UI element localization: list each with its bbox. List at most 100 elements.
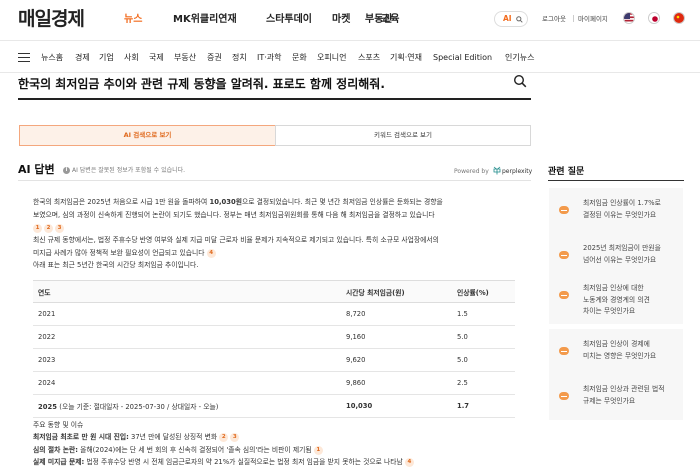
cell-year: 2021 [33, 302, 341, 326]
answer-paragraph-3: 아래 표는 최근 5년간 한국의 시간당 최저임금 추이입니다. [33, 261, 199, 269]
chat-bubble-icon [559, 347, 569, 355]
japan-flag-icon[interactable] [648, 12, 660, 24]
cell-year: 2022 [33, 325, 341, 349]
divider [548, 180, 684, 181]
menu-item-society[interactable]: 사회 [124, 52, 139, 63]
citation-badge[interactable]: 2 [44, 223, 53, 233]
cell-year: 2024 [33, 371, 341, 395]
menu-item-business[interactable]: 기업 [99, 52, 114, 63]
site-logo[interactable]: 매일경제 [18, 7, 85, 31]
cell-rate: 2.5 [452, 371, 515, 395]
powered-by-label: Powered by [454, 168, 489, 175]
chat-bubble-icon [559, 392, 569, 400]
table-row: 2022 9,160 5.0 [33, 325, 515, 349]
menu-item-special-edition[interactable]: Special Edition [433, 52, 492, 63]
related-question-text: 최저임금 인상이 경제에 미치는 영향은 무엇인가요 [583, 340, 657, 360]
mypage-link[interactable]: 마이페이지 [578, 13, 608, 25]
menu-item-opinion[interactable]: 오피니언 [317, 52, 346, 63]
gnb-education[interactable]: 교육 [381, 13, 399, 26]
menu-bar: 뉴스홈 경제 기업 사회 국제 부동산 증권 정치 IT·과학 문화 오피니언 … [0, 40, 700, 73]
tab-ai-search[interactable]: AI 검색으로 보기 [19, 125, 276, 146]
logout-link[interactable]: 로그아웃 [542, 13, 566, 25]
table-row: 2024 9,860 2.5 [33, 371, 515, 395]
perplexity-name: perplexity [502, 168, 533, 175]
perplexity-logo-icon [493, 166, 501, 175]
gnb-market[interactable]: 마켓 [332, 13, 350, 26]
gnb-star-today[interactable]: 스타투데이 [266, 13, 312, 26]
menu-item-it-science[interactable]: IT·과학 [257, 52, 282, 63]
menu-item-politics[interactable]: 정치 [232, 52, 247, 63]
citation-badge[interactable]: 1 [33, 223, 42, 233]
menu-item-sports[interactable]: 스포츠 [358, 52, 380, 63]
menu-item-real-estate[interactable]: 부동산 [174, 52, 196, 63]
table-row: 2023 9,620 5.0 [33, 348, 515, 372]
citation-badge[interactable]: 3 [55, 223, 64, 233]
ai-toggle-label: AI [503, 14, 512, 23]
query-underline [18, 98, 531, 100]
cell-rate: 5.0 [452, 348, 515, 372]
cell-rate: 1.5 [452, 302, 515, 326]
citation-badge[interactable]: 1 [313, 445, 323, 455]
chat-bubble-icon [559, 206, 569, 214]
cell-rate: 1.7 [452, 394, 515, 418]
us-flag-icon[interactable] [623, 12, 635, 24]
table-row: 2025 (오늘 기준: 절대일자 - 2025-07-30 / 상대일자 - … [33, 394, 515, 418]
search-icon [516, 16, 523, 23]
citation-badge[interactable]: 4 [206, 248, 216, 258]
menu-item-news-home[interactable]: 뉴스홈 [41, 52, 63, 63]
answer-paragraph-1-line-1: 한국의 최저임금은 2025년 처음으로 시급 1만 원을 돌파하여 10,03… [33, 198, 443, 206]
column-header-rate: 인상률(%) [452, 280, 515, 303]
menu-item-popular-news[interactable]: 인기뉴스 [505, 52, 534, 63]
citation-badge[interactable]: 3 [230, 432, 240, 442]
chat-bubble-icon [559, 291, 569, 299]
cell-year: 2023 [33, 348, 341, 372]
menu-item-culture[interactable]: 문화 [292, 52, 307, 63]
cell-year: 2025 (오늘 기준: 절대일자 - 2025-07-30 / 상대일자 - … [33, 394, 341, 418]
citation-badge[interactable]: 2 [219, 432, 229, 442]
related-question-text: 2025년 최저임금이 만원을 넘어선 이유는 무엇인가요 [583, 244, 661, 264]
ai-answer-title: AI 답변 [18, 163, 55, 176]
menu-item-stocks[interactable]: 증권 [207, 52, 222, 63]
answer-paragraph-2-line-1: 최신 규제 동향에서는, 법정 주휴수당 반영 여부와 실제 지급 미달 근로자… [33, 236, 439, 244]
cell-wage: 10,030 [341, 394, 452, 418]
menu-item-world[interactable]: 국제 [149, 52, 164, 63]
cell-wage: 9,860 [341, 371, 452, 395]
divider [573, 15, 574, 22]
search-query-title: 한국의 최저임금 추이와 관련 규제 동향을 알려줘. 표로도 함께 정리해줘. [18, 77, 385, 91]
menu-item-economy[interactable]: 경제 [75, 52, 90, 63]
column-header-year: 연도 [33, 280, 341, 303]
issue-item: 실제 미지급 문제: 법정 주휴수당 반영 시 전체 임금근로자의 약 21%가… [33, 456, 416, 469]
ai-disclaimer: AI 답변은 잘못된 정보가 포함될 수 있습니다. [72, 167, 186, 174]
info-icon: i [63, 167, 70, 174]
minimum-wage-table: 연도 시간당 최저임금(원) 인상률(%) 2021 8,720 1.5 202… [33, 280, 515, 418]
column-header-wage: 시간당 최저임금(원) [341, 280, 452, 303]
search-icon[interactable] [513, 74, 527, 88]
cell-rate: 5.0 [452, 325, 515, 349]
ai-search-toggle[interactable]: AI [494, 11, 528, 27]
answer-paragraph-1-line-2: 보였으며, 심의 과정이 신속하게 진행되어 논란이 되기도 했습니다. 정부는… [33, 211, 435, 219]
gnb-mk-weekly[interactable]: MK위클리연재 [173, 13, 237, 26]
china-flag-icon[interactable] [673, 12, 685, 24]
gnb-news[interactable]: 뉴스 [124, 13, 142, 26]
table-header-row: 연도 시간당 최저임금(원) 인상률(%) [33, 280, 515, 303]
menu-item-features[interactable]: 기획·연재 [390, 52, 422, 63]
hamburger-menu-icon[interactable] [18, 53, 30, 62]
related-question-item[interactable]: 최저임금 인상에 대한 노동계와 경영계의 의견 차이는 무엇인가요 [549, 278, 683, 324]
related-question-item[interactable]: 최저임금 인상률이 1.7%로 결정된 이유는 무엇인가요 [549, 188, 683, 234]
cell-wage: 8,720 [341, 302, 452, 326]
related-question-item[interactable]: 2025년 최저임금이 만원을 넘어선 이유는 무엇인가요 [549, 233, 683, 279]
related-question-text: 최저임금 인상에 대한 노동계와 경영계의 의견 차이는 무엇인가요 [583, 284, 650, 315]
related-question-item[interactable]: 최저임금 인상이 경제에 미치는 영향은 무엇인가요 [549, 329, 683, 375]
cell-wage: 9,620 [341, 348, 452, 372]
related-questions-title: 관련 질문 [548, 167, 585, 177]
cell-wage: 9,160 [341, 325, 452, 349]
divider [18, 180, 531, 181]
related-question-text: 최저임금 인상과 관련된 법적 규제는 무엇인가요 [583, 385, 665, 405]
chat-bubble-icon [559, 251, 569, 259]
issue-item: 최저임금 최초로 만 원 시대 진입: 37년 만에 달성된 상징적 변화 23 [33, 431, 241, 444]
top-bar: 매일경제 뉴스 MK위클리연재 스타투데이 마켓 부동산 교육 AI 로그아웃 … [0, 0, 700, 40]
tab-keyword-search[interactable]: 키워드 검색으로 보기 [275, 125, 531, 146]
related-question-item[interactable]: 최저임금 인상과 관련된 법적 규제는 무엇인가요 [549, 374, 683, 420]
related-question-text: 최저임금 인상률이 1.7%로 결정된 이유는 무엇인가요 [583, 199, 661, 219]
citation-badge[interactable]: 4 [404, 457, 414, 467]
